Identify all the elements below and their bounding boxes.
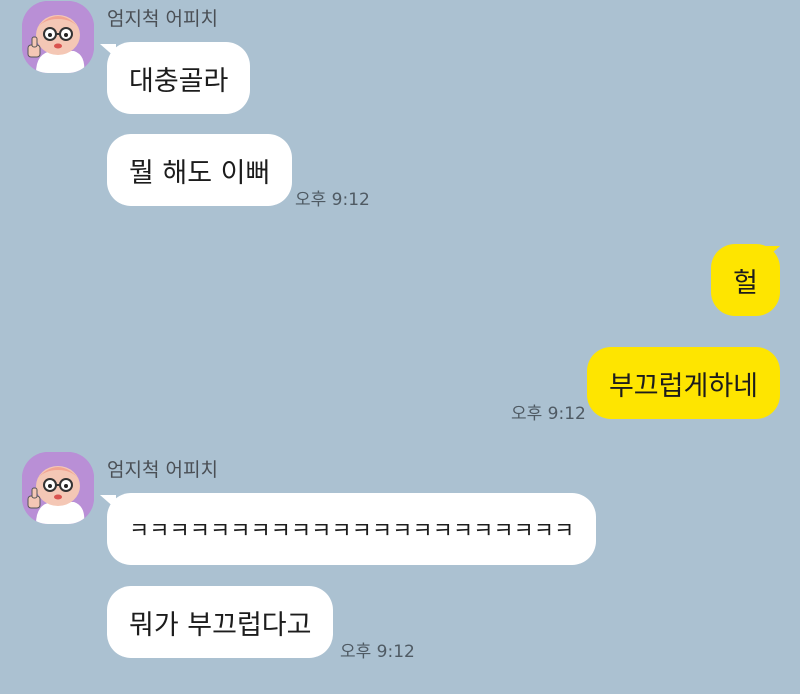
- outgoing-message-bubble[interactable]: 헐: [711, 244, 780, 316]
- apeach-avatar-icon: [22, 1, 94, 73]
- message-timestamp: 오후 9:12: [295, 190, 370, 210]
- sender-name: 엄지척 어피치: [107, 459, 218, 481]
- sender-name: 엄지척 어피치: [107, 8, 218, 30]
- sender-avatar[interactable]: [22, 1, 94, 73]
- message-timestamp: 오후 9:12: [340, 642, 415, 662]
- incoming-message-bubble[interactable]: 대충골라: [107, 42, 251, 114]
- incoming-message-bubble[interactable]: ㅋㅋㅋㅋㅋㅋㅋㅋㅋㅋㅋㅋㅋㅋㅋㅋㅋㅋㅋㅋㅋㅋ: [107, 493, 597, 565]
- message-timestamp: 오후 9:12: [511, 404, 586, 424]
- apeach-avatar-icon: [22, 452, 94, 524]
- incoming-message-bubble[interactable]: 뭐가 부끄럽다고: [107, 586, 334, 658]
- sender-avatar[interactable]: [22, 452, 94, 524]
- outgoing-message-bubble[interactable]: 부끄럽게하네: [586, 347, 780, 419]
- incoming-message-bubble[interactable]: 뭘 해도 이뻐: [107, 134, 293, 206]
